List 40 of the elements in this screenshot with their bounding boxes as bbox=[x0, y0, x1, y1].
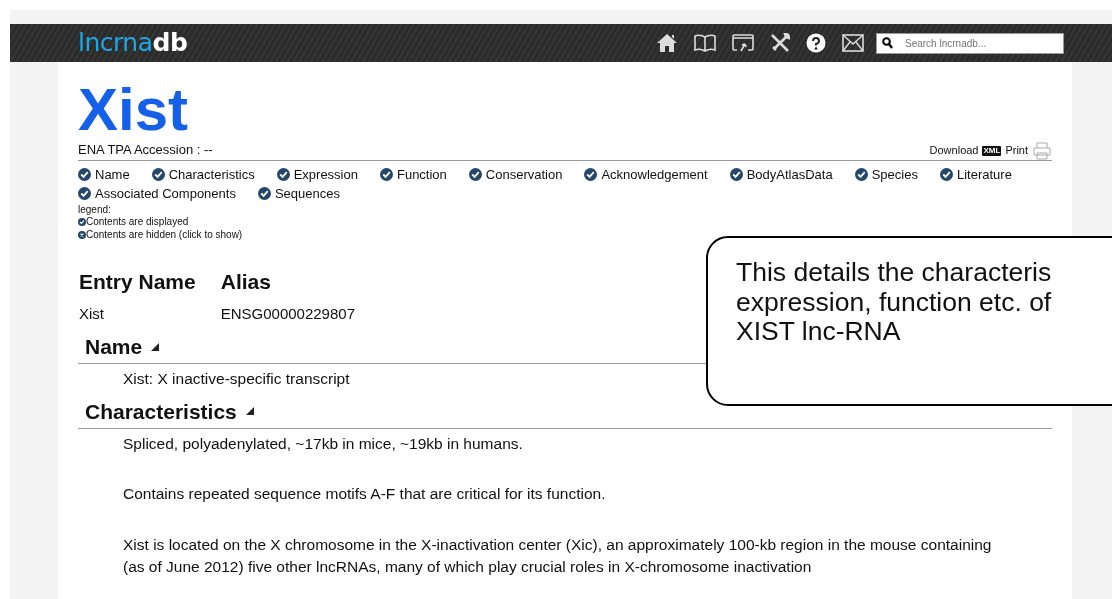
check-circle-icon bbox=[78, 218, 86, 227]
section-toggle[interactable]: Function bbox=[379, 164, 447, 184]
book-icon[interactable] bbox=[694, 34, 716, 52]
section-toggle[interactable]: Conservation bbox=[468, 164, 563, 184]
callout-box: This details the characteris expression, function etc. of XIST lnc-RNA bbox=[706, 236, 1112, 406]
paragraph: Xist: X inactive-specific transcript bbox=[122, 369, 351, 390]
tools-icon[interactable] bbox=[770, 33, 790, 53]
section-toggle[interactable]: Expression bbox=[276, 164, 358, 184]
table-cell-text: Xist bbox=[78, 303, 105, 324]
column-header: Alias bbox=[219, 269, 272, 295]
paragraph: Spliced, polyadenylated, ~17kb in mice, ~19kb in humans. bbox=[122, 433, 524, 454]
accession-text: ENA TPA Accession : -- bbox=[78, 141, 213, 159]
print-link[interactable]: Print bbox=[1005, 141, 1028, 158]
entry-title: Xist bbox=[78, 80, 189, 140]
paragraph: Contains repeated sequence motifs A-F that are critical for its function. bbox=[122, 484, 607, 505]
search-field[interactable]: Search lncrnadb... bbox=[876, 33, 1064, 54]
section-toggle[interactable]: Acknowledgement bbox=[584, 164, 708, 184]
screen-arrow-icon[interactable] bbox=[732, 34, 754, 52]
table-cell-text: ENSG00000229807 bbox=[219, 303, 356, 324]
site-logo[interactable]: lncrnadb bbox=[78, 24, 188, 62]
section-toggle[interactable]: Characteristics bbox=[151, 164, 255, 184]
section-heading[interactable]: Name bbox=[78, 334, 161, 360]
section-toggle[interactable]: Literature bbox=[939, 164, 1012, 184]
column-header: Entry Name bbox=[78, 269, 197, 295]
cross-circle-icon bbox=[78, 230, 86, 239]
legend-title: legend: bbox=[78, 203, 112, 216]
home-icon[interactable] bbox=[656, 33, 678, 53]
help-icon[interactable] bbox=[806, 33, 826, 53]
section-heading[interactable]: Characteristics bbox=[78, 398, 255, 424]
download-link[interactable]: Download bbox=[929, 141, 979, 158]
section-toggle[interactable]: Species bbox=[854, 164, 918, 184]
paragraph: Xist is located on the X chromosome in the X-inactivation center (Xic), an approximately 100-kb region in the mouse containing (as of June 2012) five other lncRNAs, many of which play crucial roles in X-chromosome inactivation bbox=[122, 534, 993, 578]
legend-text: Contents are displayed bbox=[86, 216, 189, 229]
section-toggle[interactable]: Sequences bbox=[257, 184, 340, 204]
xml-download-badge[interactable]: XML bbox=[982, 145, 1002, 156]
legend-text: Contents are hidden (click to show) bbox=[86, 228, 243, 241]
section-toggle[interactable]: BodyAtlasData bbox=[729, 164, 833, 184]
section-toggle[interactable]: Name bbox=[78, 164, 130, 184]
section-toggle[interactable]: Associated Components bbox=[78, 184, 236, 204]
mail-icon[interactable] bbox=[842, 34, 864, 52]
